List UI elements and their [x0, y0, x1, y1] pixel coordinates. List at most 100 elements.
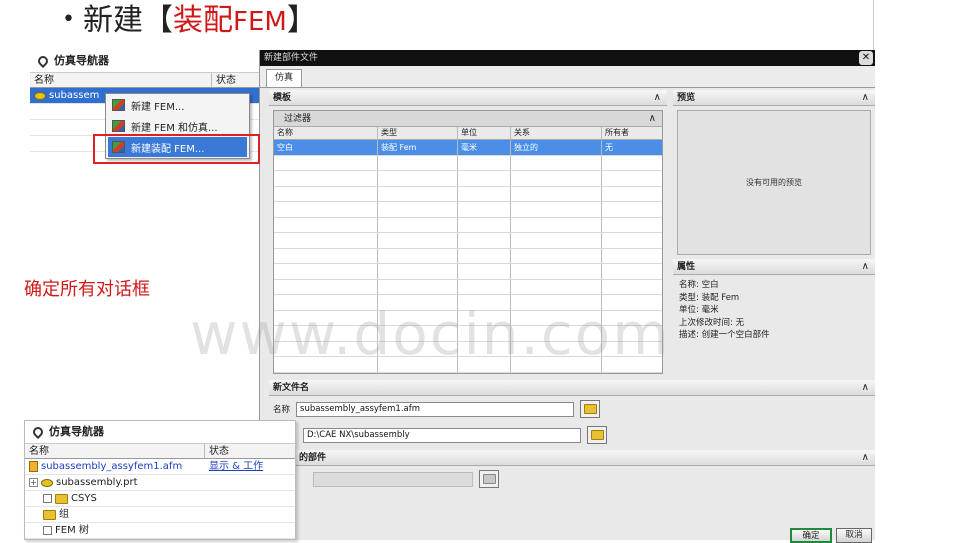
properties-header[interactable]: 属性 ∧	[673, 259, 875, 275]
navigator-header: 名称 状态	[30, 72, 275, 88]
chevron-up-icon[interactable]: ∧	[862, 450, 869, 466]
new-file-name-panel: 新文件名 ∧ 名称 subassembly_assyfem1.afm D:\CA…	[269, 380, 875, 492]
menu-item-new-fem-and-sim[interactable]: 新建 FEM 和仿真...	[108, 116, 247, 136]
title-highlight-cn: 装配	[172, 3, 233, 38]
filter-header[interactable]: 过滤器 ∧	[274, 111, 662, 127]
col-relation[interactable]: 关系	[511, 127, 602, 139]
property-line: 单位: 毫米	[679, 305, 719, 315]
tree-row-fem-tree[interactable]: FEM 树	[25, 523, 295, 539]
pin-icon[interactable]	[30, 424, 46, 440]
navigator-title-bar: 仿真导航器	[25, 421, 295, 443]
tree-row-csys[interactable]: CSYS	[25, 491, 295, 507]
folder-input[interactable]: D:\CAE NX\subassembly	[303, 427, 581, 443]
cell-name: 空白	[274, 140, 378, 155]
row-label: FEM 树	[55, 525, 89, 536]
pin-icon[interactable]	[35, 53, 51, 69]
ok-button[interactable]: 确定	[790, 528, 832, 543]
title-prefix: 新建【	[82, 3, 173, 38]
part-row	[269, 466, 875, 492]
browse-name-button[interactable]	[580, 400, 601, 418]
folder-row: D:\CAE NX\subassembly	[269, 422, 875, 448]
menu-item-label: 新建 FEM 和仿真...	[131, 122, 218, 134]
table-row-empty	[274, 326, 662, 342]
instruction-note: 确定所有对话框	[24, 279, 150, 300]
preview-header[interactable]: 预览 ∧	[673, 90, 875, 106]
navigator-title-bar: 仿真导航器	[30, 50, 275, 72]
row-label: 组	[59, 509, 69, 520]
preview-empty-text: 没有可用的预览	[746, 178, 802, 187]
browse-part-button	[479, 470, 499, 488]
bullet: •	[62, 7, 75, 32]
simulation-navigator-bottom: 仿真导航器 名称 状态 subassembly_assyfem1.afm 显示 …	[24, 420, 296, 540]
navigator-title: 仿真导航器	[49, 425, 104, 438]
navigator-header: 名称 状态	[25, 443, 295, 459]
checkbox[interactable]	[43, 494, 52, 503]
col-type[interactable]: 类型	[378, 127, 458, 139]
table-row-empty	[274, 264, 662, 280]
close-icon[interactable]: ✕	[859, 51, 873, 65]
browse-folder-button[interactable]	[587, 426, 607, 444]
checkbox[interactable]	[43, 526, 52, 535]
col-name[interactable]: 名称	[274, 127, 378, 139]
row-status[interactable]: 显示 & 工作	[205, 459, 263, 474]
menu-item-label: 新建 FEM...	[131, 101, 185, 113]
file-name-input[interactable]: subassembly_assyfem1.afm	[296, 401, 575, 417]
filter-label: 过滤器	[284, 114, 312, 124]
folder-icon	[482, 474, 496, 484]
cell-units: 毫米	[458, 140, 511, 155]
new-file-header[interactable]: 新文件名 ∧	[269, 380, 875, 396]
col-name-header[interactable]: 名称	[25, 444, 205, 458]
afm-file-icon	[29, 461, 38, 472]
part-header[interactable]: 的部件 ∧	[269, 450, 875, 466]
table-row-empty	[274, 279, 662, 295]
title-suffix: 】	[286, 3, 317, 38]
templates-panel: 模板 ∧ 过滤器 ∧ 名称 类型 单位 关系 所有者 空白 装配 Fem 毫米 …	[269, 90, 667, 374]
chevron-up-icon[interactable]: ∧	[649, 111, 656, 127]
table-row-empty	[274, 202, 662, 218]
templates-header[interactable]: 模板 ∧	[269, 90, 667, 106]
table-row-empty	[274, 341, 662, 357]
preview-panel: 预览 ∧ 没有可用的预览 属性 ∧ 名称: 空白 类型: 装配 Fem 单位: …	[673, 90, 875, 367]
navigator-title: 仿真导航器	[54, 54, 109, 67]
tree-row-afm[interactable]: subassembly_assyfem1.afm 显示 & 工作	[25, 459, 295, 475]
highlight-box	[93, 134, 260, 164]
part-input-disabled	[313, 471, 473, 487]
name-row: 名称 subassembly_assyfem1.afm	[269, 396, 875, 422]
table-row-empty	[274, 357, 662, 373]
property-line: 上次修改时间: 无	[679, 317, 745, 328]
new-file-header-label: 新文件名	[273, 383, 310, 393]
col-status-header[interactable]: 状态	[205, 444, 295, 458]
filter-box: 过滤器 ∧ 名称 类型 单位 关系 所有者 空白 装配 Fem 毫米 独立的 无	[273, 110, 663, 374]
templates-header-label: 模板	[273, 93, 292, 103]
properties-list: 名称: 空白 类型: 装配 Fem 单位: 毫米 上次修改时间: 无 描述: 创…	[673, 275, 875, 367]
fem-icon	[112, 99, 125, 111]
property-line: 类型: 装配 Fem	[679, 292, 740, 303]
chevron-up-icon[interactable]: ∧	[862, 259, 869, 275]
slide-edge-line	[873, 0, 874, 50]
table-row-empty	[274, 248, 662, 264]
template-grid-header: 名称 类型 单位 关系 所有者	[274, 127, 662, 140]
expand-icon[interactable]: +	[29, 478, 38, 487]
tab-simulation[interactable]: 仿真	[266, 69, 303, 87]
col-owner[interactable]: 所有者	[602, 127, 660, 139]
row-label: subassembly_assyfem1.afm	[41, 461, 183, 472]
folder-icon	[590, 430, 604, 440]
col-name-header[interactable]: 名称	[30, 73, 212, 87]
tree-row-prt[interactable]: + subassembly.prt	[25, 475, 295, 491]
cancel-button[interactable]: 取消	[836, 528, 872, 543]
table-row-empty	[274, 186, 662, 202]
chevron-up-icon[interactable]: ∧	[654, 90, 661, 106]
dialog-titlebar[interactable]: 新建部件文件 ✕	[260, 50, 875, 66]
table-row-empty	[274, 171, 662, 187]
col-units[interactable]: 单位	[458, 127, 511, 139]
preview-header-label: 预览	[677, 93, 696, 103]
dialog-title: 新建部件文件	[264, 53, 319, 63]
tree-row-group[interactable]: 组	[25, 507, 295, 523]
menu-item-new-fem[interactable]: 新建 FEM...	[108, 95, 247, 115]
fem-sim-icon	[112, 120, 125, 132]
folder-icon	[55, 493, 68, 504]
chevron-up-icon[interactable]: ∧	[862, 380, 869, 396]
table-row-empty	[274, 295, 662, 311]
chevron-up-icon[interactable]: ∧	[862, 90, 869, 106]
table-row[interactable]: 空白 装配 Fem 毫米 独立的 无	[274, 140, 662, 156]
